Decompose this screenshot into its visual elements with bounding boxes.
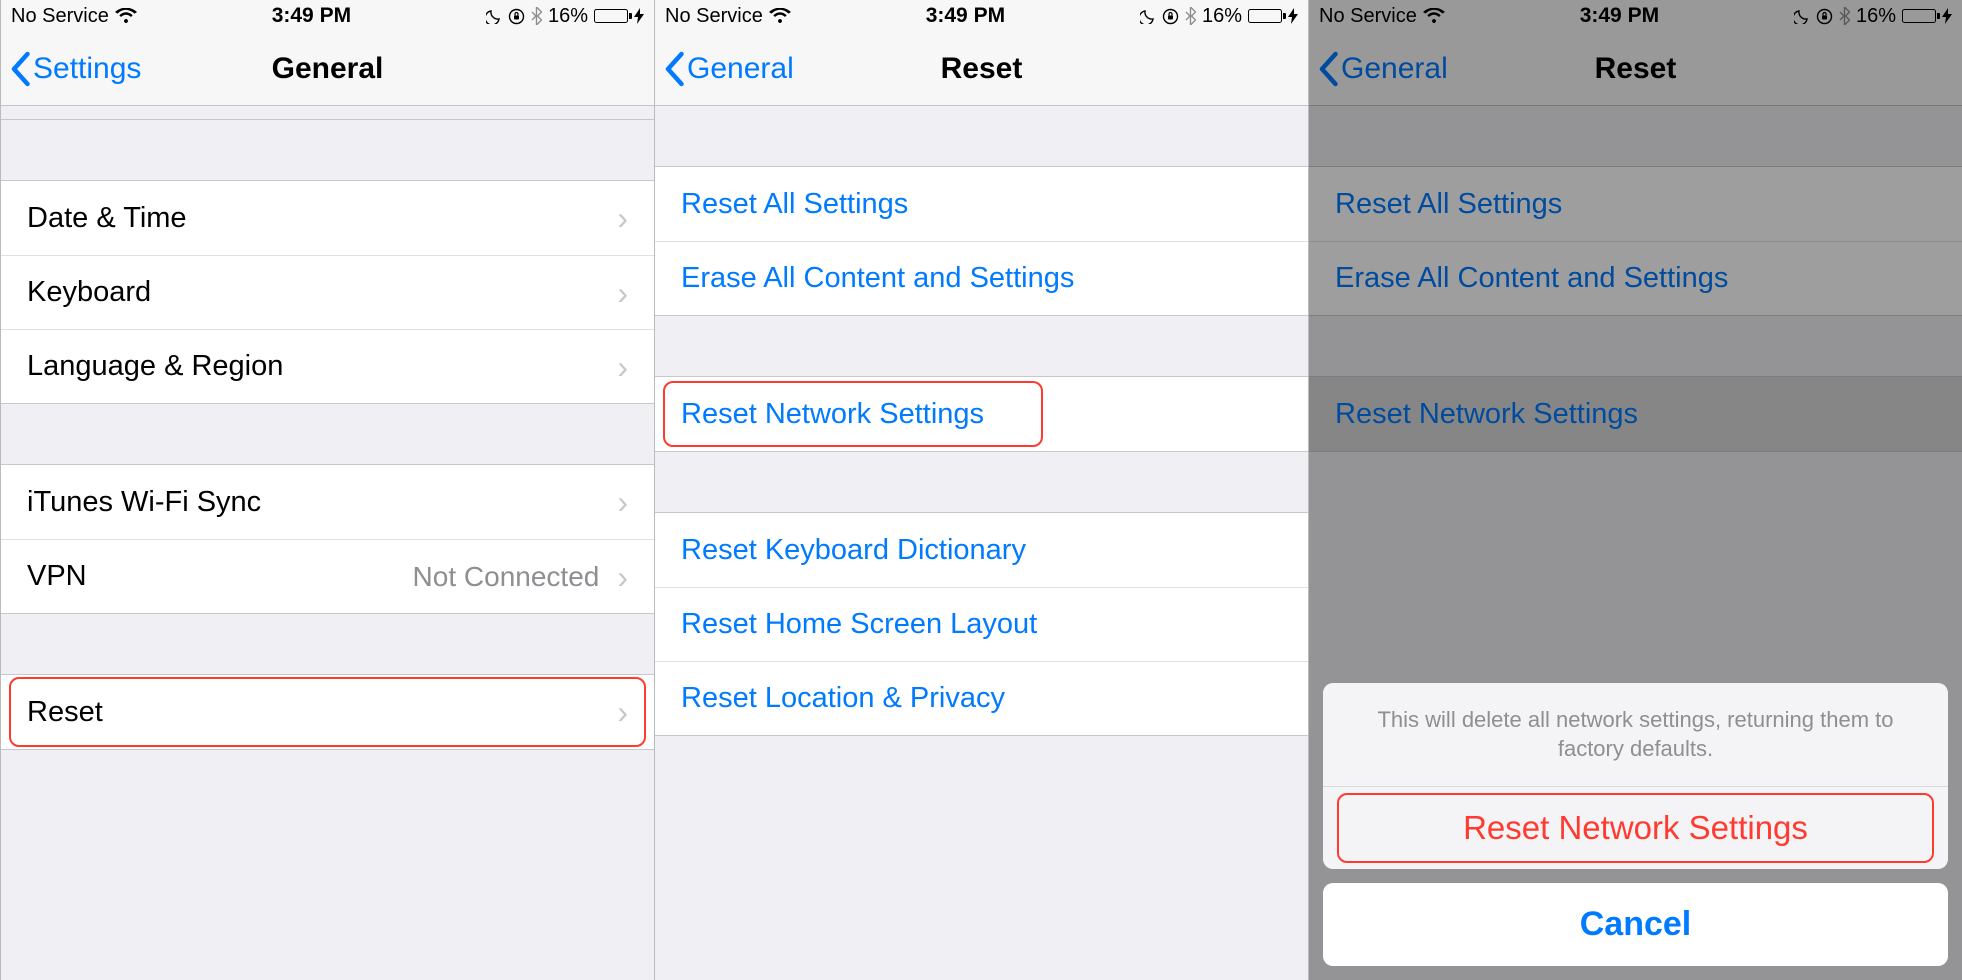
battery-pct-label: 16% xyxy=(1202,5,1242,28)
back-label: Settings xyxy=(33,52,141,86)
back-button[interactable]: General xyxy=(1309,51,1448,87)
chevron-right-icon: › xyxy=(617,351,628,383)
row-erase-all-content[interactable]: Erase All Content and Settings xyxy=(1309,241,1962,315)
chevron-right-icon: › xyxy=(617,696,628,728)
row-reset-network-settings[interactable]: Reset Network Settings xyxy=(655,377,1308,451)
row-erase-all-content[interactable]: Erase All Content and Settings xyxy=(655,241,1308,315)
content: Reset All Settings Erase All Content and… xyxy=(655,106,1308,980)
status-bar: No Service 3:49 PM 16% xyxy=(1,0,654,32)
action-sheet-destructive-button[interactable]: Reset Network Settings xyxy=(1323,787,1948,869)
battery-icon xyxy=(1902,9,1936,23)
clock-label: 3:49 PM xyxy=(926,4,1005,28)
carrier-label: No Service xyxy=(665,5,763,28)
row-reset-location-privacy[interactable]: Reset Location & Privacy xyxy=(655,661,1308,735)
chevron-right-icon: › xyxy=(617,277,628,309)
back-label: General xyxy=(1341,52,1448,86)
screen-reset-confirm: No Service 3:49 PM 16% General Reset Res… xyxy=(1308,0,1962,980)
row-reset[interactable]: Reset › xyxy=(1,675,654,749)
battery-icon xyxy=(594,9,628,23)
page-title: Reset xyxy=(941,52,1023,86)
row-reset-home-screen-layout[interactable]: Reset Home Screen Layout xyxy=(655,587,1308,661)
chevron-right-icon: › xyxy=(617,202,628,234)
wifi-icon xyxy=(769,8,791,24)
row-label: Reset Network Settings xyxy=(681,398,984,431)
row-label: Keyboard xyxy=(27,276,151,309)
wifi-icon xyxy=(1423,8,1445,24)
row-label: VPN xyxy=(27,560,87,593)
row-label: Reset Home Screen Layout xyxy=(681,608,1037,641)
screen-reset: No Service 3:49 PM 16% General Reset Res… xyxy=(654,0,1308,980)
carrier-label: No Service xyxy=(1319,5,1417,28)
lock-rotation-icon xyxy=(1816,8,1833,25)
battery-icon xyxy=(1248,9,1282,23)
row-itunes-wifi-sync[interactable]: iTunes Wi-Fi Sync › xyxy=(1,465,654,539)
row-label: Reset xyxy=(27,696,103,729)
nav-bar: General Reset xyxy=(655,32,1308,106)
charging-icon xyxy=(634,8,644,24)
row-reset-keyboard-dictionary[interactable]: Reset Keyboard Dictionary xyxy=(655,513,1308,587)
battery-pct-label: 16% xyxy=(1856,5,1896,28)
status-bar: No Service 3:49 PM 16% xyxy=(1309,0,1962,32)
wifi-icon xyxy=(115,8,137,24)
nav-bar: General Reset xyxy=(1309,32,1962,106)
row-label: Date & Time xyxy=(27,202,187,235)
action-sheet-cancel-button[interactable]: Cancel xyxy=(1323,883,1948,966)
carrier-label: No Service xyxy=(11,5,109,28)
moon-icon xyxy=(1794,8,1810,24)
row-reset-all-settings[interactable]: Reset All Settings xyxy=(655,167,1308,241)
clock-label: 3:49 PM xyxy=(1580,4,1659,28)
row-reset-network-settings[interactable]: Reset Network Settings xyxy=(1309,377,1962,451)
bluetooth-icon xyxy=(1185,7,1196,25)
chevron-right-icon: › xyxy=(617,486,628,518)
action-sheet-message: This will delete all network settings, r… xyxy=(1323,683,1948,787)
row-label: Erase All Content and Settings xyxy=(1335,262,1728,295)
moon-icon xyxy=(486,8,502,24)
action-sheet: This will delete all network settings, r… xyxy=(1323,683,1948,966)
lock-rotation-icon xyxy=(1162,8,1179,25)
screen-general: No Service 3:49 PM 16% Setti xyxy=(0,0,654,980)
row-label: Language & Region xyxy=(27,350,283,383)
row-label: Reset Keyboard Dictionary xyxy=(681,534,1026,567)
row-keyboard[interactable]: Keyboard › xyxy=(1,255,654,329)
nav-bar: Settings General xyxy=(1,32,654,106)
charging-icon xyxy=(1288,8,1298,24)
row-reset-all-settings[interactable]: Reset All Settings xyxy=(1309,167,1962,241)
back-button[interactable]: General xyxy=(655,51,794,87)
vpn-status: Not Connected xyxy=(413,561,600,593)
row-label: Reset Location & Privacy xyxy=(681,682,1005,715)
row-label: Reset All Settings xyxy=(1335,188,1562,221)
back-label: General xyxy=(687,52,794,86)
bluetooth-icon xyxy=(1839,7,1850,25)
row-label: iTunes Wi-Fi Sync xyxy=(27,486,261,519)
row-language-region[interactable]: Language & Region › xyxy=(1,329,654,403)
page-title: Reset xyxy=(1595,52,1677,86)
page-title: General xyxy=(272,52,384,86)
row-label: Reset Network Settings xyxy=(1335,398,1638,431)
lock-rotation-icon xyxy=(508,8,525,25)
action-sheet-cancel-label: Cancel xyxy=(1580,905,1692,943)
row-vpn[interactable]: VPN Not Connected › xyxy=(1,539,654,613)
row-label: Erase All Content and Settings xyxy=(681,262,1074,295)
status-bar: No Service 3:49 PM 16% xyxy=(655,0,1308,32)
bluetooth-icon xyxy=(531,7,542,25)
charging-icon xyxy=(1942,8,1952,24)
moon-icon xyxy=(1140,8,1156,24)
back-button[interactable]: Settings xyxy=(1,51,141,87)
battery-pct-label: 16% xyxy=(548,5,588,28)
content: Date & Time › Keyboard › Language & Regi… xyxy=(1,106,654,980)
chevron-right-icon: › xyxy=(617,561,628,593)
action-sheet-destructive-label: Reset Network Settings xyxy=(1463,809,1808,846)
clock-label: 3:49 PM xyxy=(272,4,351,28)
row-label: Reset All Settings xyxy=(681,188,908,221)
row-date-time[interactable]: Date & Time › xyxy=(1,181,654,255)
